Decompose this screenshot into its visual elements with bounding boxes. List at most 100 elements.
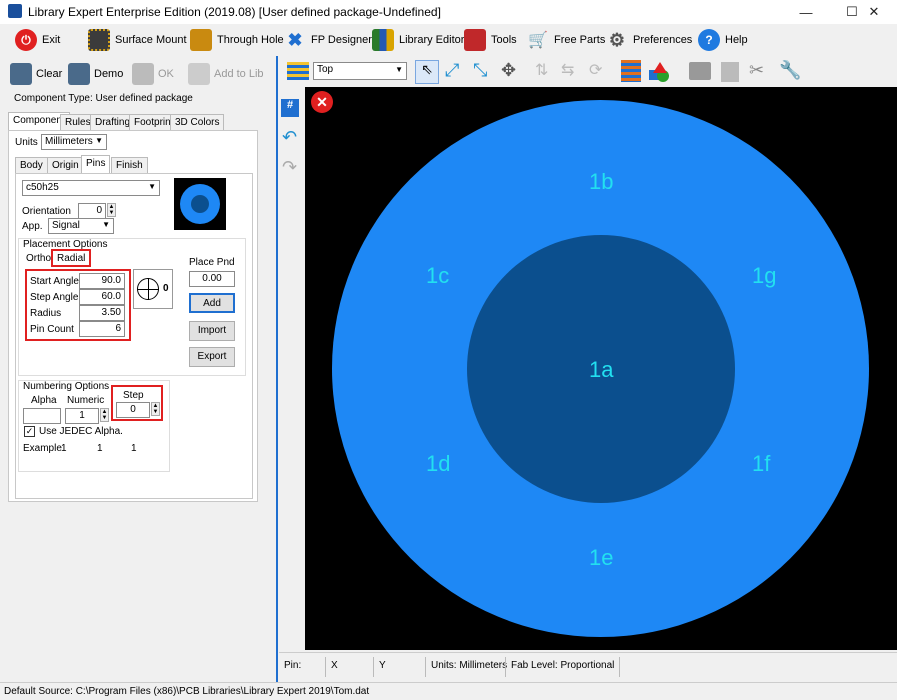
- toolbox-icon: [464, 29, 486, 51]
- step-label: Step: [123, 390, 144, 401]
- status-x: X: [325, 657, 343, 677]
- hash-icon: #: [286, 99, 294, 111]
- preferences-button[interactable]: ⚙ Preferences: [606, 27, 692, 53]
- zoom-in-button[interactable]: ⤡: [473, 60, 487, 81]
- close-button[interactable]: ✕: [851, 0, 897, 24]
- direction-box[interactable]: 0: [133, 269, 173, 309]
- layer-select[interactable]: Top ▼: [313, 62, 407, 80]
- flip-horizontal-button[interactable]: ⇆: [561, 60, 574, 80]
- crosshair-v-icon: [148, 278, 149, 300]
- flip-vertical-button[interactable]: ⇅: [535, 60, 548, 80]
- jedec-checkbox[interactable]: ✓: [24, 426, 35, 437]
- through-hole-icon: [190, 29, 212, 51]
- subtab-pins[interactable]: Pins: [81, 155, 111, 173]
- chip-icon: [88, 29, 110, 51]
- library-editor-button[interactable]: Library Editor: [372, 27, 464, 53]
- pin-label-1g: 1g: [752, 263, 777, 288]
- window-title: Library Expert Enterprise Edition (2019.…: [28, 5, 441, 19]
- gear-icon: ⚙: [606, 29, 628, 51]
- step-spinner[interactable]: ▲ ▼: [151, 402, 160, 416]
- close-view-button[interactable]: ✕: [311, 91, 333, 113]
- demo-button[interactable]: Demo: [68, 62, 123, 86]
- rotate-button[interactable]: ⟳: [589, 60, 602, 80]
- ok-label: OK: [158, 68, 174, 80]
- print-button[interactable]: [689, 62, 711, 80]
- delete-button[interactable]: ✂: [749, 60, 764, 81]
- pin-label-1d: 1d: [426, 451, 451, 476]
- add-pin-number-button[interactable]: #: [281, 99, 299, 117]
- direction-value: 0: [163, 283, 169, 294]
- numeric-spinner[interactable]: ▲ ▼: [100, 408, 109, 422]
- numeric-input[interactable]: 1: [65, 408, 99, 424]
- tools-button[interactable]: Tools: [464, 27, 517, 53]
- import-button[interactable]: Import: [189, 321, 235, 341]
- ok-icon: [132, 63, 154, 85]
- status-bar: Pin: X Y Units: Millimeters Fab Level: P…: [279, 652, 897, 680]
- step-input[interactable]: 0: [116, 402, 150, 418]
- pan-button[interactable]: ✥: [501, 60, 516, 81]
- place-pnd-input[interactable]: 0.00: [189, 271, 235, 287]
- radius-input[interactable]: 3.50: [79, 305, 125, 321]
- example-step: 1: [131, 443, 137, 454]
- orientation-input[interactable]: 0: [78, 203, 106, 219]
- add-to-lib-button[interactable]: Add to Lib: [188, 62, 264, 86]
- redo-button[interactable]: ↷: [282, 157, 297, 178]
- settings-wrench-button[interactable]: 🔧: [779, 60, 801, 81]
- app-select[interactable]: Signal ▼: [48, 218, 114, 234]
- shapes-button[interactable]: [649, 62, 671, 82]
- subtab-origin[interactable]: Origin: [47, 157, 84, 173]
- help-button[interactable]: ? Help: [698, 27, 748, 53]
- pin-label-1e: 1e: [589, 545, 614, 570]
- start-angle-label: Start Angle: [30, 276, 79, 287]
- flip-h-icon: ⇆: [561, 62, 575, 79]
- title-bar: Library Expert Enterprise Edition (2019.…: [0, 0, 897, 24]
- through-hole-button[interactable]: Through Hole: [190, 27, 284, 53]
- fp-designer-button[interactable]: ✖ FP Designer: [284, 27, 372, 53]
- align-button[interactable]: [621, 60, 641, 82]
- tab-radial[interactable]: Radial: [51, 249, 92, 267]
- undo-button[interactable]: ↶: [282, 127, 297, 148]
- step-angle-input[interactable]: 60.0: [79, 289, 125, 305]
- help-label: Help: [725, 34, 748, 46]
- place-pnd-label: Place Pnd: [189, 257, 235, 268]
- tab-ortho[interactable]: Ortho: [26, 253, 51, 264]
- units-select[interactable]: Millimeters ▼: [41, 134, 107, 150]
- export-button[interactable]: Export: [189, 347, 235, 367]
- pin-label-1a: 1a: [589, 357, 614, 382]
- tab-3d-colors[interactable]: 3D Colors: [170, 114, 225, 130]
- pointer-tool[interactable]: ⇖: [415, 60, 439, 84]
- start-angle-input[interactable]: 90.0: [79, 273, 125, 289]
- minimize-button[interactable]: —: [783, 0, 829, 24]
- alpha-input[interactable]: [23, 408, 61, 424]
- example-alpha: 1: [61, 443, 67, 454]
- ok-button[interactable]: OK: [132, 62, 174, 86]
- design-canvas[interactable]: ✕ 1a 1b 1c 1d 1e 1f 1g: [305, 87, 897, 650]
- pin-count-input[interactable]: 6: [79, 321, 125, 337]
- free-parts-button[interactable]: 🛒 Free Parts: [527, 27, 605, 53]
- new-doc-button[interactable]: [721, 62, 739, 82]
- tab-radial-label: Radial: [57, 253, 86, 264]
- cursor-icon: ⇖: [421, 61, 433, 77]
- orientation-spinner[interactable]: ▲ ▼: [107, 203, 116, 217]
- app-label: App.: [22, 221, 43, 232]
- expand-icon: ⤢: [445, 60, 460, 80]
- add-button[interactable]: Add: [189, 293, 235, 313]
- clear-button[interactable]: Clear: [10, 62, 62, 86]
- help-icon: ?: [698, 29, 720, 51]
- subtab-body[interactable]: Body: [15, 157, 48, 173]
- radius-label: Radius: [30, 308, 62, 319]
- exit-button[interactable]: ⏻ Exit: [15, 27, 60, 53]
- app-icon: [8, 4, 22, 18]
- chevron-down-icon: ▼: [102, 220, 110, 229]
- padstack-value: c50h25: [26, 182, 59, 193]
- subtab-finish[interactable]: Finish: [111, 157, 148, 173]
- surface-mount-button[interactable]: Surface Mount: [88, 27, 187, 53]
- rotate-icon: ⟳: [589, 62, 603, 79]
- status-units: Units: Millimeters: [425, 657, 512, 677]
- exit-label: Exit: [42, 34, 61, 46]
- add-to-lib-label: Add to Lib: [214, 68, 264, 80]
- zoom-extents-button[interactable]: ⤢: [445, 60, 459, 81]
- left-panel: Clear Demo OK Add to Lib Component Type:…: [0, 56, 278, 682]
- padstack-select[interactable]: c50h25 ▼: [22, 180, 160, 196]
- vertical-toolbar: # ↶ ↷: [279, 87, 305, 650]
